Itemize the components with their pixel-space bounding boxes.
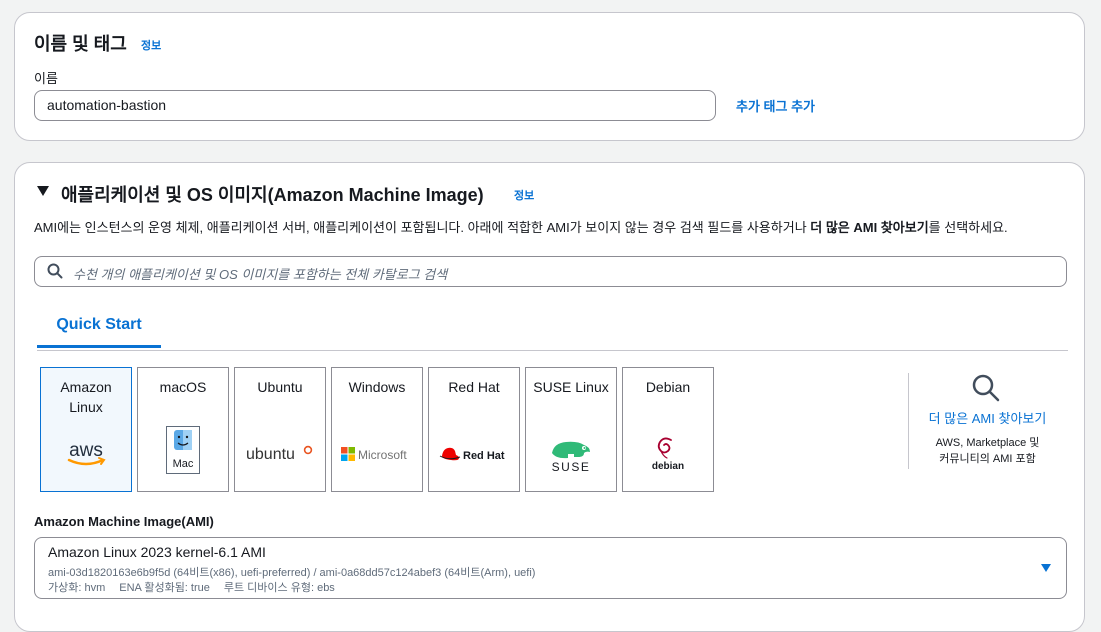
search-placeholder: 수천 개의 애플리케이션 및 OS 이미지를 포함하는 전체 카탈로그 검색 [73, 267, 448, 282]
name-tags-title: 이름 및 태그 [34, 34, 127, 54]
add-tags-link[interactable]: 추가 태그 추가 [736, 96, 815, 115]
mac-finder-logo-icon: Mac [138, 426, 228, 474]
ami-select-dropdown[interactable]: Amazon Linux 2023 kernel-6.1 AMI ami-03d… [34, 537, 1067, 599]
microsoft-logo-icon: Microsoft [332, 434, 422, 474]
mac-logo-text: Mac [173, 458, 194, 470]
name-label: 이름 [34, 71, 58, 86]
ami-virtualization: 가상화: hvm [48, 582, 106, 594]
catalog-search-input[interactable]: 수천 개의 애플리케이션 및 OS 이미지를 포함하는 전체 카탈로그 검색 [34, 256, 1067, 287]
ami-selected-title: Amazon Linux 2023 kernel-6.1 AMI [48, 544, 266, 560]
redhat-logo-icon: Red Hat [429, 434, 519, 474]
suse-logo-icon: SUSE [526, 436, 616, 476]
tile-label: Debian [645, 379, 691, 395]
debian-logo-text: debian [652, 461, 684, 472]
tile-label: macOS [159, 379, 207, 395]
search-icon [47, 263, 63, 279]
ami-tile-windows[interactable]: Windows Microsoft [331, 367, 423, 492]
ami-info-link[interactable]: 정보 [514, 187, 534, 203]
aws-logo-icon: aws [41, 434, 131, 474]
aws-logo-text: aws [69, 440, 103, 461]
tile-label: Ubuntu [257, 379, 303, 395]
ami-description: AMI에는 인스턴스의 운영 체제, 애플리케이션 서버, 애플리케이션이 포함… [34, 217, 1008, 236]
tile-label: Red Hat [448, 379, 500, 395]
ubuntu-logo-text: ubuntu [246, 446, 295, 463]
tile-label: Windows [348, 379, 406, 395]
ami-section-title: 애플리케이션 및 OS 이미지(Amazon Machine Image) [61, 185, 484, 205]
ami-root-device: 루트 디바이스 유형: ebs [223, 582, 335, 594]
ubuntu-logo-icon: ubuntu [235, 434, 325, 474]
suse-logo-text: SUSE [552, 460, 591, 474]
ami-tile-redhat[interactable]: Red Hat Red Hat [428, 367, 520, 492]
tile-label: Amazon Linux [60, 379, 112, 415]
tab-divider [37, 350, 1068, 351]
browse-divider [908, 373, 909, 469]
debian-logo-icon: debian [623, 432, 713, 472]
ami-description-end: 를 선택하세요. [928, 220, 1008, 235]
browse-more-amis-link[interactable]: 더 많은 AMI 찾아보기 [920, 408, 1055, 427]
name-and-tags-panel: 이름 및 태그 정보 이름 automation-bastion 추가 태그 추… [14, 12, 1085, 141]
ami-selected-ids: ami-03d1820163e6b9f5d (64비트(x86), uefi-p… [48, 567, 536, 579]
chevron-down-icon [1041, 564, 1051, 572]
microsoft-logo-text: Microsoft [358, 448, 407, 462]
collapse-caret-icon[interactable] [36, 185, 50, 197]
browse-more-subtitle: AWS, Marketplace 및 커뮤니티의 AMI 포함 [920, 435, 1055, 467]
browse-more-sub-line1: AWS, Marketplace 및 [935, 437, 1040, 449]
tile-label: SUSE Linux [533, 379, 609, 395]
ami-tile-ubuntu[interactable]: Ubuntu ubuntu [234, 367, 326, 492]
ami-tile-suse[interactable]: SUSE Linux SUSE [525, 367, 617, 492]
tab-quick-start[interactable]: Quick Start [37, 315, 161, 348]
name-tags-info-link[interactable]: 정보 [141, 37, 161, 53]
ami-ena: ENA 활성화됨: true [119, 582, 210, 594]
ami-selected-meta: 가상화: hvm ENA 활성화됨: true 루트 디바이스 유형: ebs [48, 579, 349, 595]
browse-more-sub-line2: 커뮤니티의 AMI 포함 [939, 453, 1036, 465]
ami-select-label: Amazon Machine Image(AMI) [34, 514, 214, 529]
ami-description-bold: 더 많은 AMI 찾아보기 [810, 220, 929, 235]
ami-panel: 애플리케이션 및 OS 이미지(Amazon Machine Image) 정보… [14, 162, 1085, 632]
name-input[interactable]: automation-bastion [34, 90, 716, 121]
ami-description-text: AMI에는 인스턴스의 운영 체제, 애플리케이션 서버, 애플리케이션이 포함… [34, 220, 811, 235]
ami-tile-amazon-linux[interactable]: Amazon Linux aws [40, 367, 132, 492]
ami-tile-macos[interactable]: macOS Mac [137, 367, 229, 492]
browse-more-search-icon[interactable] [971, 373, 1001, 403]
redhat-logo-text: Red Hat [463, 450, 505, 462]
ami-tile-debian[interactable]: Debian debian [622, 367, 714, 492]
